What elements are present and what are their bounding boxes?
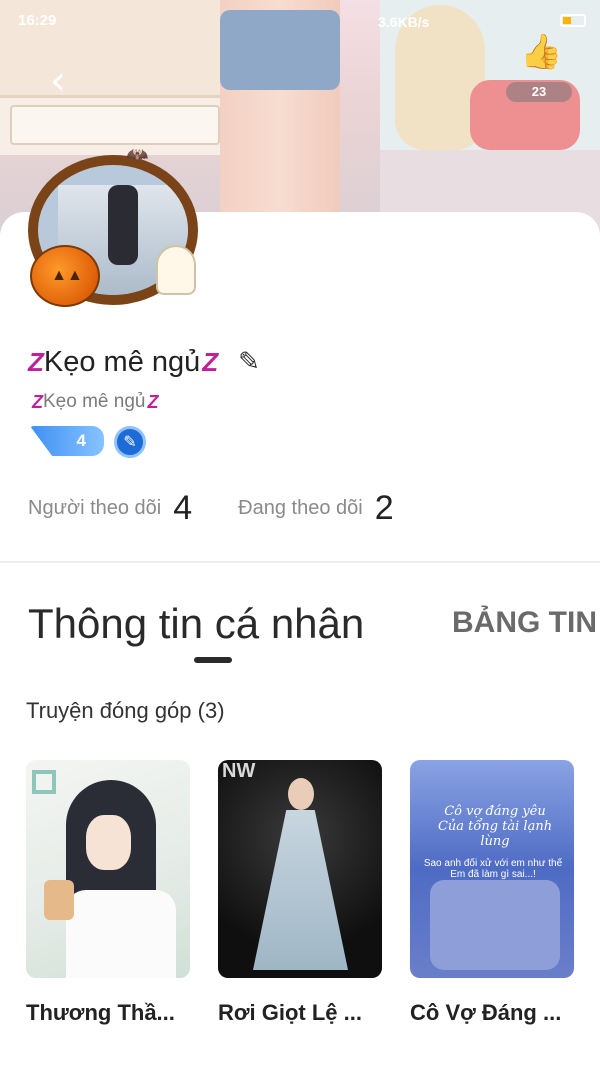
following-count[interactable]: 2 [375, 489, 394, 528]
divider [0, 561, 600, 563]
profile-subname: Kẹo mê ngủ [43, 391, 146, 412]
tab-news-feed[interactable]: BẢNG TIN [452, 606, 597, 640]
status-time: 16:29 [18, 12, 57, 29]
book-cover[interactable] [26, 760, 190, 978]
status-network-speed: 3.6KB/s [378, 14, 430, 30]
section-title-contributed-stories: Truyện đóng góp (3) [26, 698, 225, 723]
banner-drawer [10, 105, 220, 145]
avatar[interactable]: 🦇 ▲▲ [16, 145, 206, 325]
book-item[interactable]: NW Rơi Giọt Lệ ... [218, 760, 382, 1026]
verified-badge-icon[interactable]: ✎ [114, 426, 146, 458]
profile-subname-row: Z Kẹo mê ngủ Z [32, 388, 158, 416]
like-button[interactable]: 👍 23 [506, 30, 572, 102]
profile-name-row: Z Kẹo mê ngủ Z ✎ [28, 340, 268, 384]
book-cover-text: NW [222, 760, 256, 782]
bat-icon: 🦇 [126, 145, 149, 165]
zz-decor-right-small: Z [147, 391, 158, 412]
followers-count[interactable]: 4 [173, 489, 192, 528]
zz-decor-left: Z [28, 346, 44, 377]
like-count: 23 [506, 82, 572, 102]
battery-icon [560, 14, 586, 27]
zz-decor-left-small: Z [32, 391, 43, 412]
book-cover[interactable]: Cô vợ đáng yêu Của tổng tài lạnh lùng Sa… [410, 760, 574, 978]
followers-label[interactable]: Người theo dõi [28, 497, 161, 520]
pencil-icon[interactable]: ✎ [238, 347, 268, 377]
thumbs-up-icon: 👍 [520, 33, 563, 71]
zz-decor-right: Z [202, 346, 218, 377]
tab-active-indicator [194, 657, 232, 663]
profile-name: Kẹo mê ngủ [43, 345, 201, 378]
book-title[interactable]: Rơi Giọt Lệ ... [218, 1000, 382, 1026]
book-title[interactable]: Thương Thầ... [26, 1000, 190, 1026]
book-title[interactable]: Cô Vợ Đáng ... [410, 1000, 574, 1026]
tab-personal-info[interactable]: Thông tin cá nhân [28, 600, 364, 648]
follow-stats: Người theo dõi 4 Đang theo dõi 2 [28, 486, 394, 530]
book-cover-subtext: Sao anh đối xử với em như thế Em đã làm … [423, 858, 563, 880]
pumpkin-icon: ▲▲ [30, 245, 100, 307]
following-label[interactable]: Đang theo dõi [238, 497, 363, 520]
book-cover-text: Cô vợ đáng yêu Của tổng tài lạnh lùng [437, 804, 553, 849]
book-item[interactable]: Thương Thầ... [26, 760, 190, 1026]
back-arrow-icon[interactable]: ‹ [40, 60, 76, 102]
book-list: Thương Thầ... NW Rơi Giọt Lệ ... Cô vợ đ… [26, 760, 586, 1040]
pumpkin-face: ▲▲ [51, 267, 83, 284]
book-cover[interactable]: NW [218, 760, 382, 978]
avatar-person [108, 185, 138, 265]
book-item[interactable]: Cô vợ đáng yêu Của tổng tài lạnh lùng Sa… [410, 760, 574, 1026]
ghost-icon [156, 245, 196, 295]
